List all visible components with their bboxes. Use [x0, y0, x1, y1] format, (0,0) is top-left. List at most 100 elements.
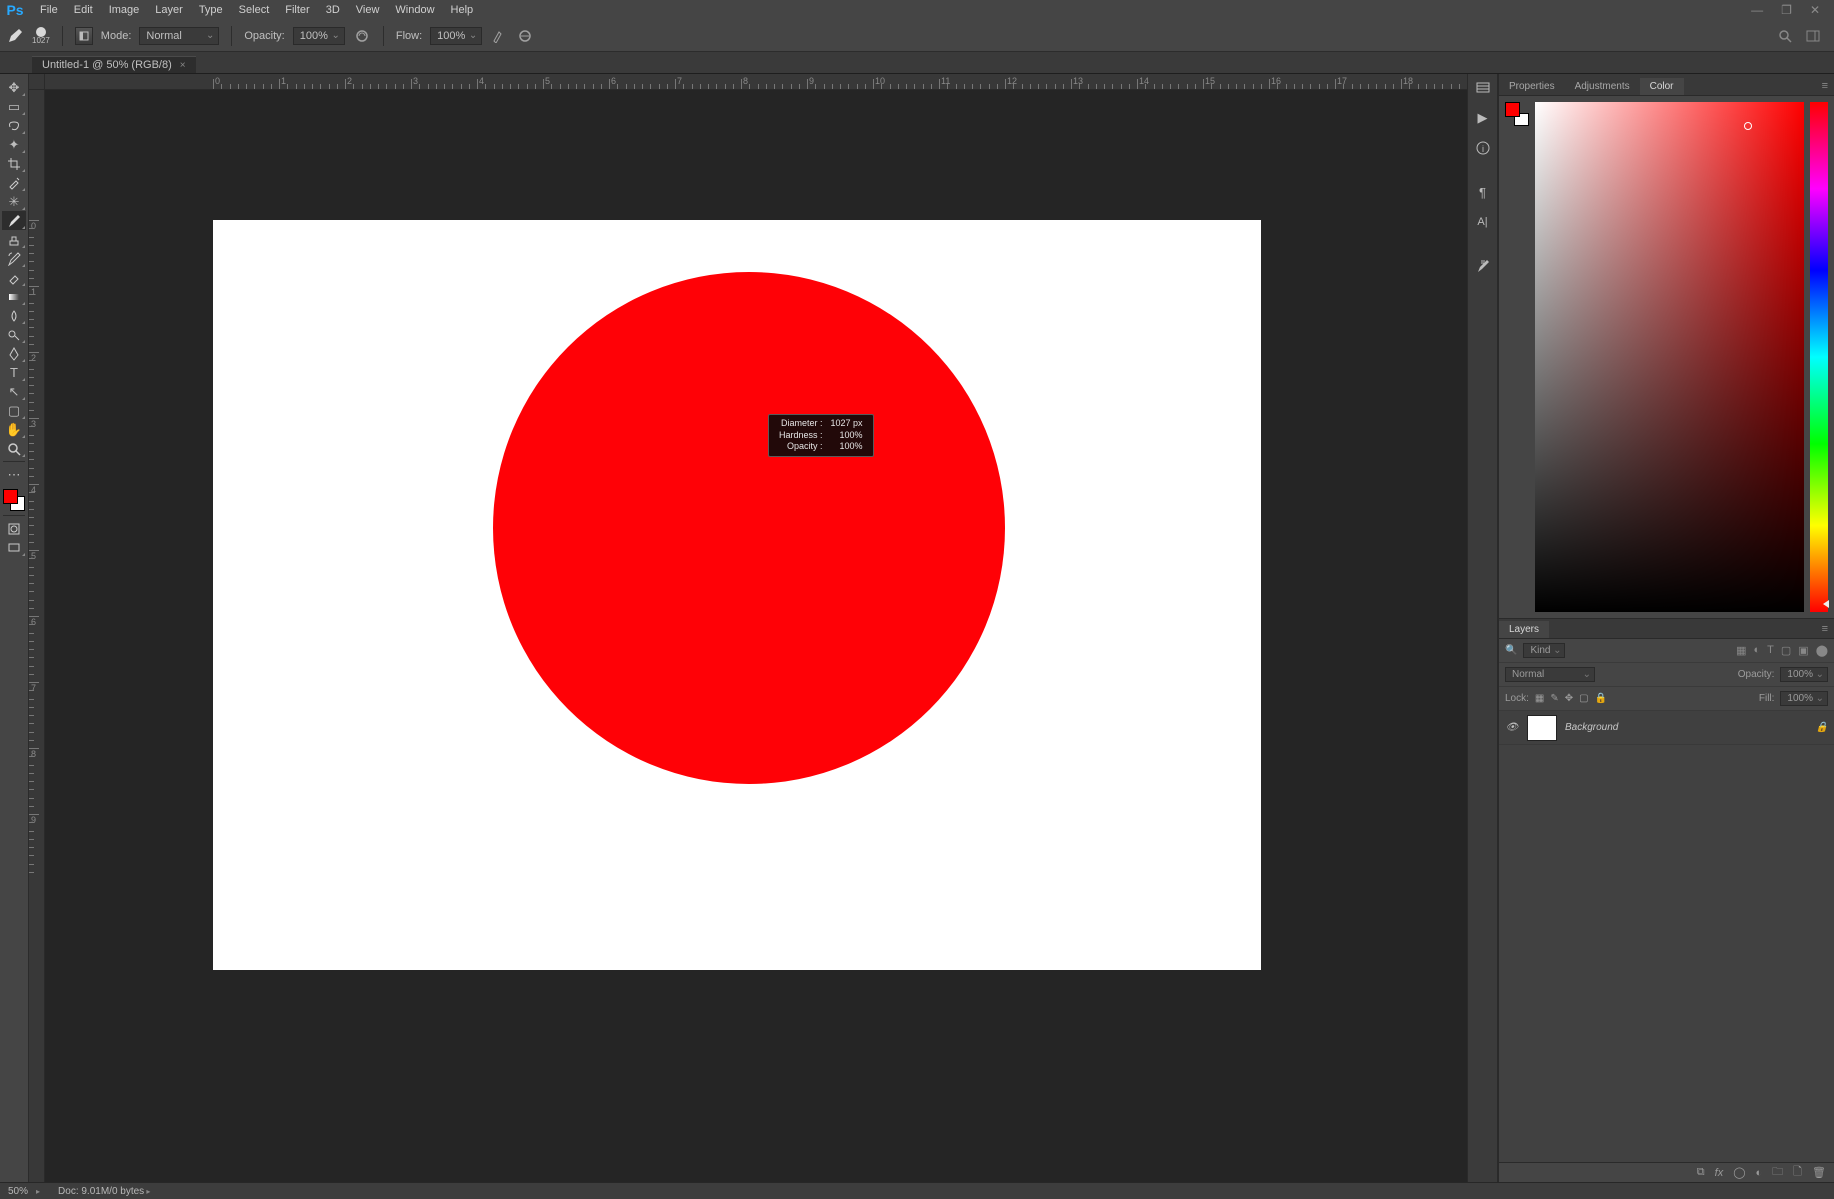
tab-adjustments[interactable]: Adjustments: [1565, 78, 1640, 95]
menu-type[interactable]: Type: [191, 2, 231, 18]
foreground-color-swatch[interactable]: [3, 489, 18, 504]
saturation-value-picker[interactable]: [1535, 102, 1804, 612]
lock-artboard-icon[interactable]: ▢: [1579, 693, 1588, 704]
document-tab[interactable]: Untitled-1 @ 50% (RGB/8) ×: [32, 56, 196, 73]
pen-tool-icon[interactable]: [2, 344, 26, 363]
dodge-tool-icon[interactable]: [2, 325, 26, 344]
panel-foreground-swatch[interactable]: [1505, 102, 1520, 117]
brush-tool-icon[interactable]: [2, 211, 26, 230]
character-panel-icon[interactable]: A|: [1471, 211, 1495, 233]
filter-toggle-icon[interactable]: ⬤: [1816, 644, 1828, 657]
actions-panel-icon[interactable]: ▶: [1471, 107, 1495, 129]
zoom-tool-icon[interactable]: [2, 439, 26, 458]
quick-mask-icon[interactable]: [2, 519, 26, 538]
filter-adjust-icon[interactable]: ◐: [1753, 644, 1760, 657]
eraser-tool-icon[interactable]: [2, 268, 26, 287]
blend-mode-select[interactable]: Normal: [139, 27, 219, 45]
menu-edit[interactable]: Edit: [66, 2, 101, 18]
gradient-tool-icon[interactable]: [2, 287, 26, 306]
history-brush-tool-icon[interactable]: [2, 249, 26, 268]
menu-view[interactable]: View: [348, 2, 388, 18]
canvas-viewport[interactable]: Diameter :1027 px Hardness :100% Opacity…: [45, 90, 1467, 1182]
paragraph-panel-icon[interactable]: ¶: [1471, 181, 1495, 203]
clone-stamp-tool-icon[interactable]: [2, 230, 26, 249]
lasso-tool-icon[interactable]: [2, 116, 26, 135]
hand-tool-icon[interactable]: ✋: [2, 420, 26, 439]
layer-opacity-select[interactable]: 100%: [1780, 667, 1828, 682]
color-panel-swatches[interactable]: [1505, 102, 1529, 126]
info-panel-icon[interactable]: i: [1471, 137, 1495, 159]
layer-thumbnail[interactable]: [1527, 715, 1557, 741]
opacity-select[interactable]: 100%: [293, 27, 345, 45]
shape-tool-icon[interactable]: ▢: [2, 401, 26, 420]
tab-color[interactable]: Color: [1640, 78, 1684, 95]
brush-preset-picker[interactable]: 1027: [32, 27, 50, 45]
flow-select[interactable]: 100%: [430, 27, 482, 45]
menu-help[interactable]: Help: [443, 2, 482, 18]
type-tool-icon[interactable]: T: [2, 363, 26, 382]
lock-icon[interactable]: 🔒: [1816, 722, 1828, 733]
ruler-horizontal[interactable]: 01234567891011121314151617181920: [45, 74, 1467, 90]
path-select-tool-icon[interactable]: ↖: [2, 382, 26, 401]
layer-blend-mode-select[interactable]: Normal: [1505, 667, 1595, 682]
history-panel-icon[interactable]: [1471, 77, 1495, 99]
layer-effects-icon[interactable]: fx: [1715, 1167, 1724, 1179]
filter-smart-icon[interactable]: ▣: [1798, 644, 1808, 657]
menu-layer[interactable]: Layer: [147, 2, 191, 18]
layer-row[interactable]: 👁 Background 🔒: [1499, 711, 1834, 745]
spot-healing-tool-icon[interactable]: ✳: [2, 192, 26, 211]
workspace-icon[interactable]: [1804, 27, 1822, 45]
document-canvas[interactable]: Diameter :1027 px Hardness :100% Opacity…: [213, 220, 1261, 970]
new-group-icon[interactable]: 🗀: [1772, 1163, 1783, 1182]
color-swatches[interactable]: [2, 488, 26, 512]
opacity-pressure-icon[interactable]: [353, 27, 371, 45]
menu-image[interactable]: Image: [101, 2, 148, 18]
tab-layers[interactable]: Layers: [1499, 621, 1549, 638]
eyedropper-tool-icon[interactable]: [2, 173, 26, 192]
ruler-origin[interactable]: [29, 74, 45, 90]
window-minimize-icon[interactable]: —: [1747, 1, 1767, 19]
delete-layer-icon[interactable]: 🗑: [1812, 1166, 1826, 1179]
new-fill-adjustment-icon[interactable]: ◐: [1756, 1167, 1763, 1179]
filter-shape-icon[interactable]: ▢: [1781, 644, 1791, 657]
visibility-icon[interactable]: 👁: [1505, 722, 1519, 733]
search-icon[interactable]: [1776, 27, 1794, 45]
layer-filter-kind-select[interactable]: Kind: [1523, 643, 1565, 658]
window-close-icon[interactable]: ✕: [1806, 1, 1824, 19]
hue-slider[interactable]: [1810, 102, 1828, 612]
lock-position-icon[interactable]: ✥: [1565, 693, 1573, 704]
crop-tool-icon[interactable]: [2, 154, 26, 173]
menu-window[interactable]: Window: [387, 2, 442, 18]
panel-menu-icon[interactable]: ≡: [1816, 77, 1834, 95]
panel-menu-icon[interactable]: ≡: [1816, 620, 1834, 638]
size-pressure-icon[interactable]: [516, 27, 534, 45]
new-layer-icon[interactable]: 🗋: [1793, 1163, 1802, 1182]
filter-pixel-icon[interactable]: ▦: [1736, 644, 1746, 657]
ruler-vertical[interactable]: 0123456789: [29, 90, 45, 1182]
filter-type-icon[interactable]: T: [1767, 644, 1774, 657]
magic-wand-tool-icon[interactable]: ✦: [2, 135, 26, 154]
link-layers-icon[interactable]: ⧉: [1697, 1166, 1705, 1179]
close-icon[interactable]: ×: [180, 60, 186, 71]
zoom-level[interactable]: 50%: [8, 1186, 40, 1197]
add-mask-icon[interactable]: ◯: [1733, 1166, 1745, 1179]
marquee-tool-icon[interactable]: ▭: [2, 97, 26, 116]
window-maximize-icon[interactable]: ❐: [1777, 1, 1796, 19]
edit-toolbar-icon[interactable]: ⋯: [2, 465, 26, 484]
lock-all-icon[interactable]: 🔒: [1595, 693, 1607, 704]
menu-select[interactable]: Select: [231, 2, 278, 18]
blur-tool-icon[interactable]: [2, 306, 26, 325]
menu-3d[interactable]: 3D: [318, 2, 348, 18]
lock-paint-icon[interactable]: ✎: [1550, 693, 1558, 704]
brush-tool-indicator-icon[interactable]: [6, 27, 24, 45]
menu-file[interactable]: File: [32, 2, 66, 18]
menu-filter[interactable]: Filter: [277, 2, 317, 18]
brush-panel-toggle-icon[interactable]: [75, 27, 93, 45]
move-tool-icon[interactable]: ✥: [2, 78, 26, 97]
doc-info[interactable]: Doc: 9.01M/0 bytes: [58, 1186, 150, 1197]
lock-transparency-icon[interactable]: ▦: [1535, 693, 1544, 704]
screen-mode-icon[interactable]: [2, 538, 26, 557]
brush-settings-panel-icon[interactable]: [1471, 255, 1495, 277]
layer-name[interactable]: Background: [1565, 722, 1618, 733]
layers-list[interactable]: 👁 Background 🔒: [1499, 711, 1834, 1162]
